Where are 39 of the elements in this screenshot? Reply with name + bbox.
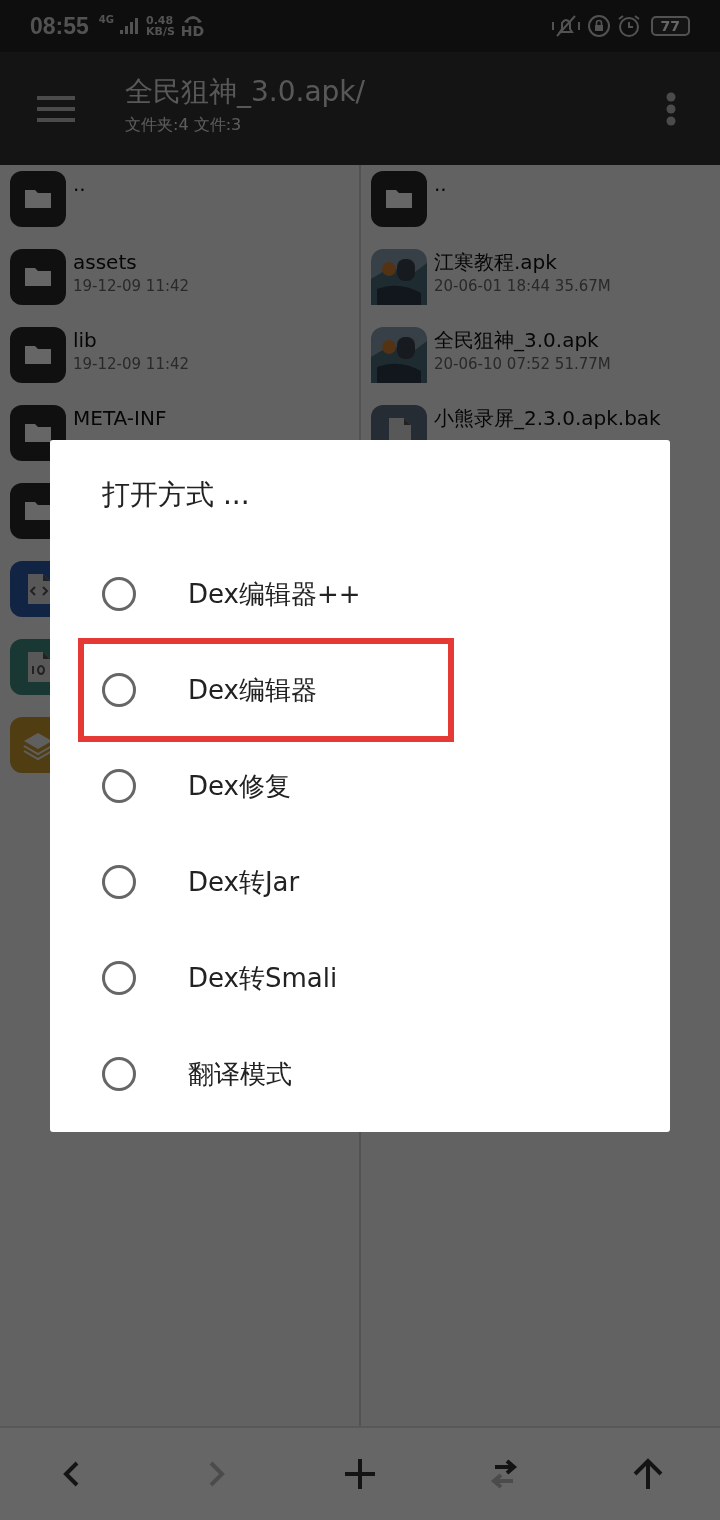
speed-value: 0.48 bbox=[146, 15, 175, 26]
file-name[interactable]: META-INF bbox=[73, 407, 167, 430]
add-icon[interactable] bbox=[343, 1457, 377, 1491]
file-name[interactable]: assets bbox=[73, 251, 190, 274]
battery-indicator: 77 bbox=[650, 16, 690, 36]
radio-button[interactable] bbox=[102, 769, 136, 803]
dialog-title: 打开方式 ... bbox=[102, 477, 250, 513]
radio-button[interactable] bbox=[102, 961, 136, 995]
rotation-lock-icon bbox=[586, 14, 611, 38]
mute-vibrate-icon bbox=[550, 14, 581, 38]
file-name[interactable]: lib bbox=[73, 329, 190, 352]
file-details: 20-06-10 07:52 51.77M bbox=[434, 356, 611, 374]
file-name[interactable]: .. bbox=[434, 173, 447, 196]
signal-icon bbox=[120, 18, 140, 34]
radio-option[interactable]: Dex转Jar bbox=[78, 834, 454, 930]
file-name[interactable]: 江寒教程.apk bbox=[434, 251, 611, 274]
network-type: 4G bbox=[98, 14, 114, 25]
file-name[interactable]: 全民狙神_3.0.apk bbox=[434, 329, 611, 352]
folder-file-count: 文件夹:4 文件:3 bbox=[125, 115, 243, 136]
phone-icon bbox=[182, 14, 203, 24]
file-details: 19-12-09 11:42 bbox=[73, 356, 190, 374]
radio-option[interactable]: 翻译模式 bbox=[78, 1026, 454, 1122]
radio-option[interactable]: Dex转Smali bbox=[78, 930, 454, 1026]
file-details: 20-06-01 18:44 35.67M bbox=[434, 278, 611, 296]
speed-unit: KB/S bbox=[146, 26, 175, 37]
alarm-icon bbox=[616, 14, 641, 38]
radio-option[interactable]: Dex编辑器 bbox=[78, 638, 454, 742]
radio-button[interactable] bbox=[102, 673, 136, 707]
radio-button[interactable] bbox=[102, 1057, 136, 1091]
file-name[interactable]: .. bbox=[73, 173, 86, 196]
hd-label: HD bbox=[180, 24, 205, 38]
radio-button[interactable] bbox=[102, 865, 136, 899]
up-arrow-icon[interactable] bbox=[631, 1457, 665, 1491]
clock: 08:55 bbox=[30, 12, 89, 40]
window-title: 全民狙神_3.0.apk/ bbox=[125, 74, 366, 110]
radio-button[interactable] bbox=[102, 577, 136, 611]
file-details: 19-12-09 11:42 bbox=[73, 278, 190, 296]
folder-icon[interactable] bbox=[10, 405, 66, 461]
file-name[interactable]: 小熊录屏_2.3.0.apk.bak bbox=[434, 407, 661, 430]
